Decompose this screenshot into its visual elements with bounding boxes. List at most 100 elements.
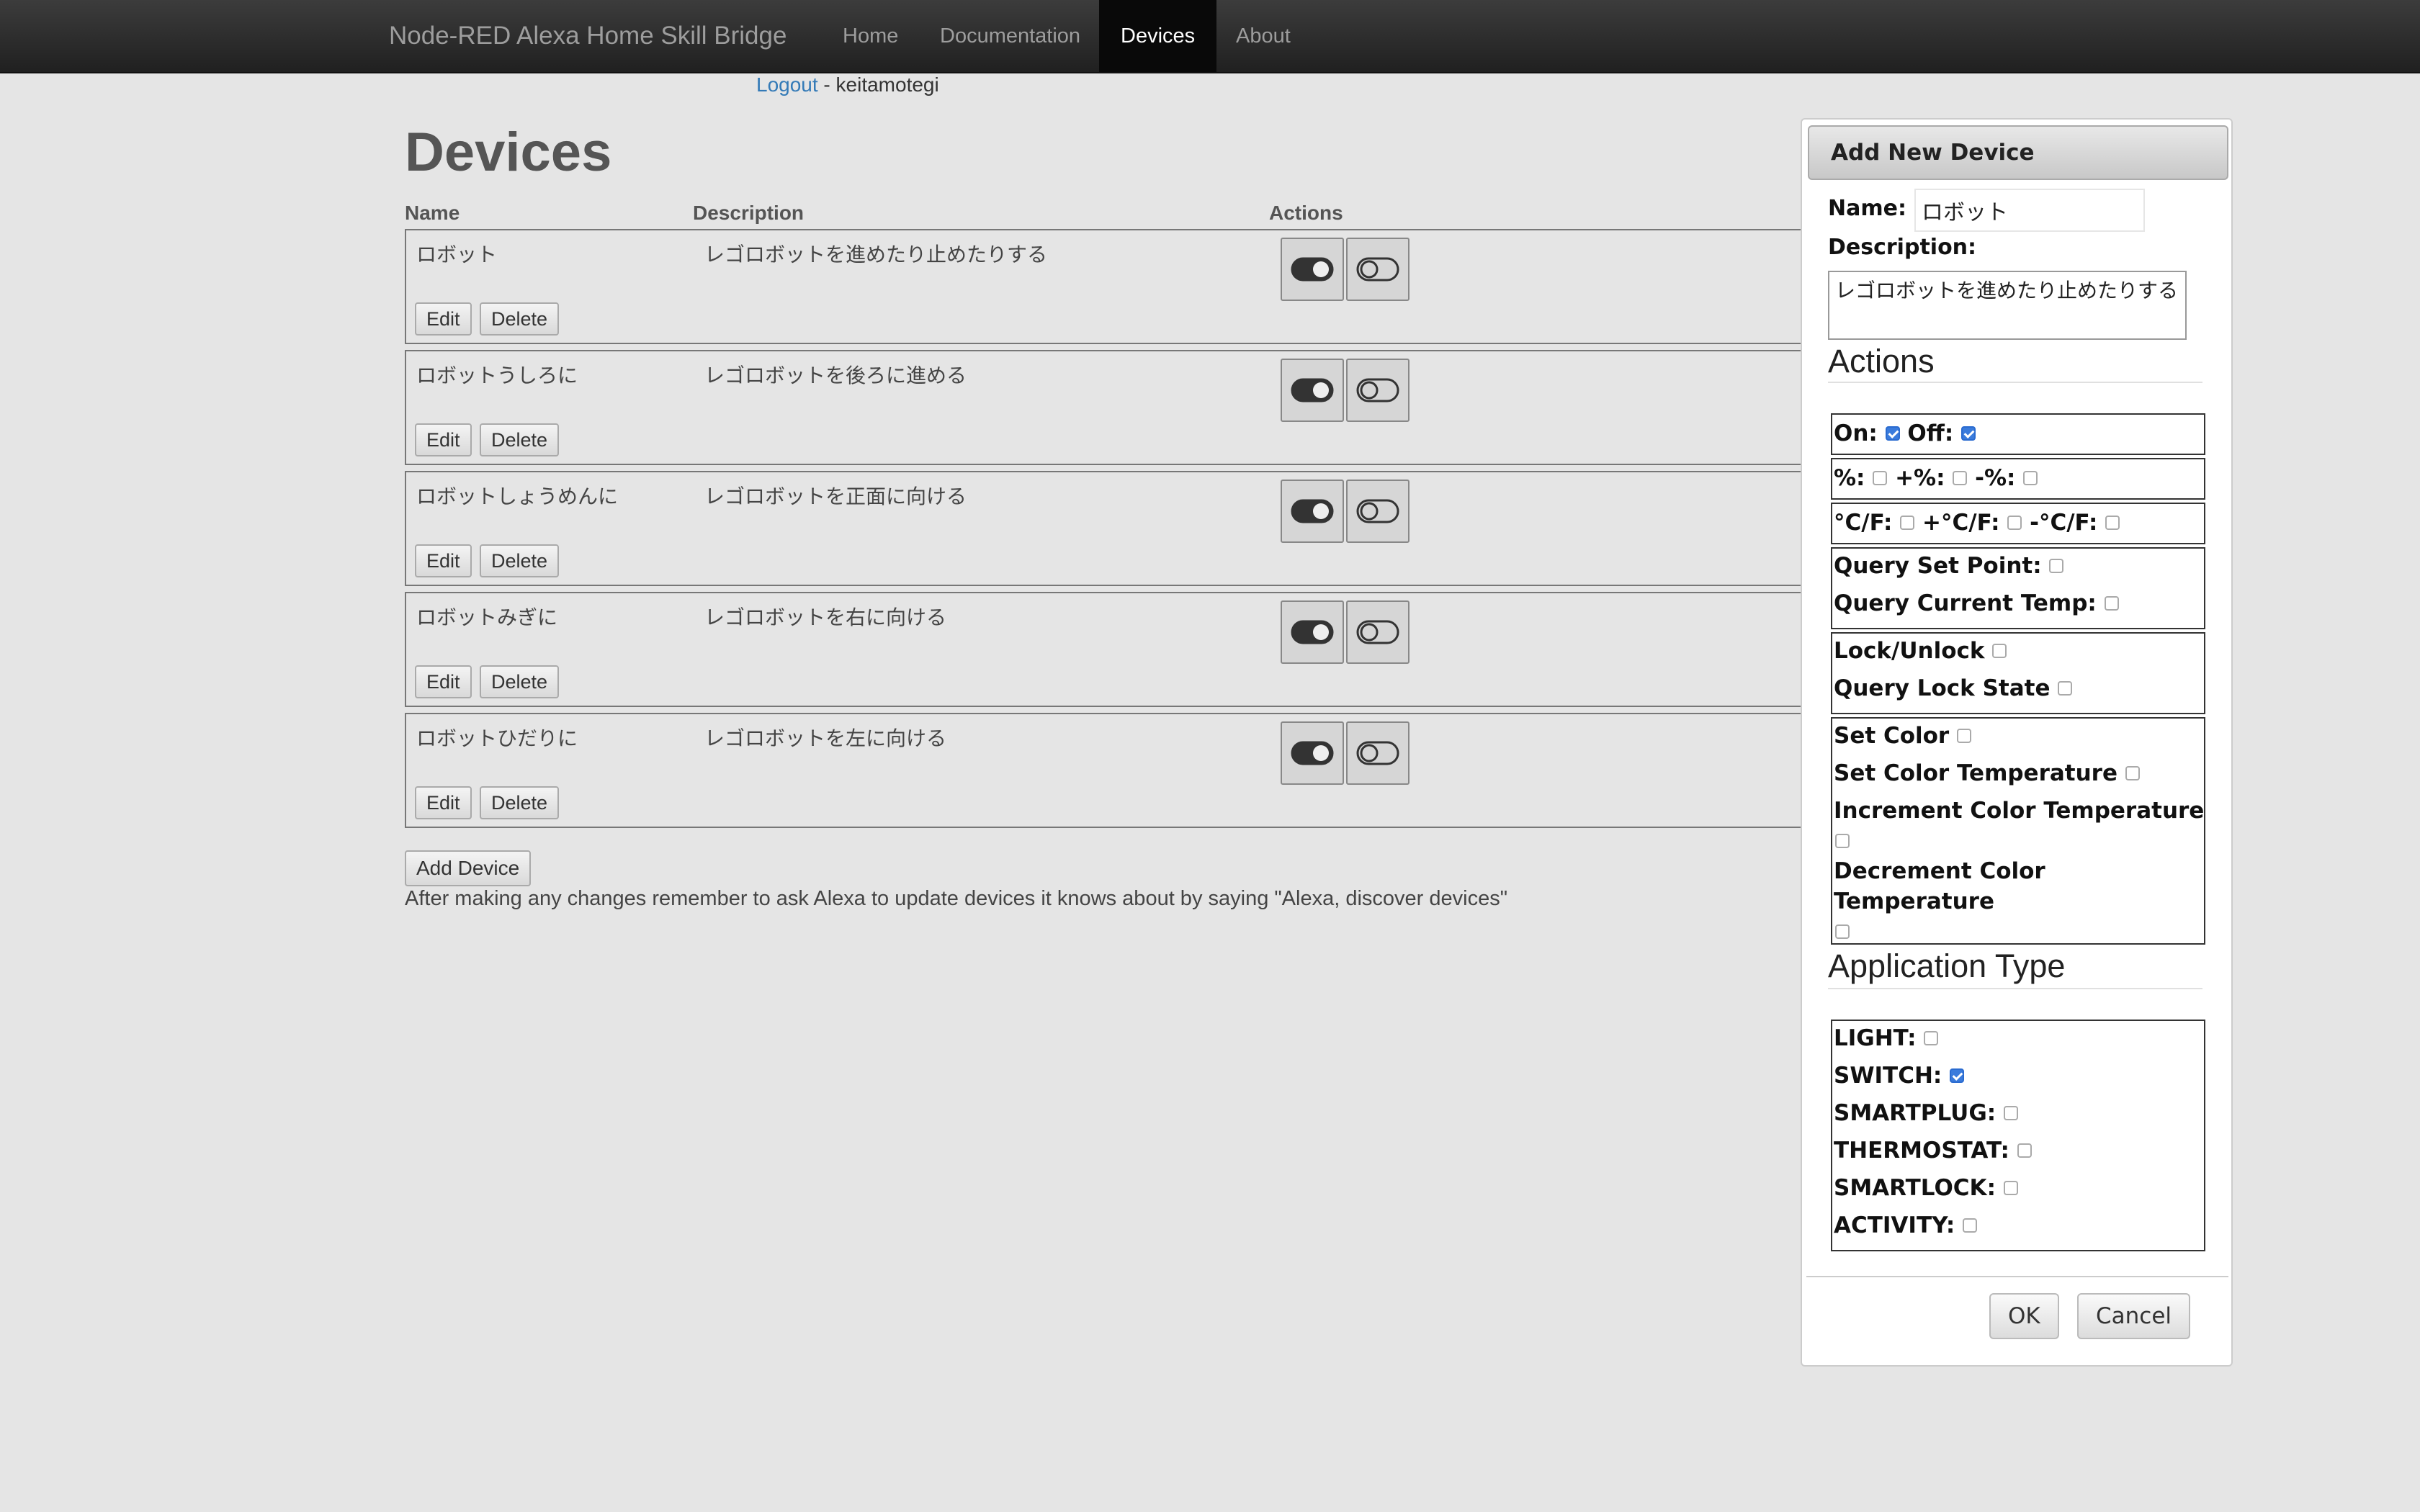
turn-on-button[interactable] xyxy=(1281,480,1344,543)
name-input[interactable] xyxy=(1914,189,2145,232)
name-label: Name: xyxy=(1828,196,1906,221)
off-checkbox[interactable] xyxy=(1961,426,1976,441)
smartlock-checkbox[interactable] xyxy=(2003,1180,2018,1195)
query-lock-state-checkbox[interactable] xyxy=(2058,680,2073,696)
temp-checkbox[interactable] xyxy=(1900,515,1915,530)
turn-on-button[interactable] xyxy=(1281,721,1344,785)
activity-checkbox[interactable] xyxy=(1963,1218,1978,1233)
opt-off-label: Off: xyxy=(1907,420,1954,446)
opt-query-set-point: Query Set Point: xyxy=(1834,553,2064,579)
opt-smartplug-label: SMARTPLUG: xyxy=(1834,1100,1996,1126)
turn-on-button[interactable] xyxy=(1281,359,1344,422)
query-current-temp-checkbox[interactable] xyxy=(2104,595,2119,611)
delete-button[interactable]: Delete xyxy=(480,544,560,577)
edit-button[interactable]: Edit xyxy=(415,423,472,456)
description-input[interactable]: レゴロボットを進めたり止めたりする xyxy=(1828,271,2187,340)
opt-minus-pct-label: -%: xyxy=(1975,465,2016,491)
edit-button[interactable]: Edit xyxy=(415,544,472,577)
page-title: Devices xyxy=(405,122,612,183)
query-set-point-checkbox[interactable] xyxy=(2049,558,2064,573)
top-navbar: Node-RED Alexa Home Skill Bridge Home Do… xyxy=(0,0,2420,73)
delete-button[interactable]: Delete xyxy=(480,665,560,698)
application-type-heading: Application Type xyxy=(1828,948,2066,984)
opt-query-current-temp: Query Current Temp: xyxy=(1834,590,2119,616)
logout-link[interactable]: Logout xyxy=(756,73,818,96)
plus-temp-checkbox[interactable] xyxy=(2007,515,2022,530)
nav-documentation[interactable]: Documentation xyxy=(926,0,1095,72)
column-header-description: Description xyxy=(693,202,805,224)
turn-off-button[interactable] xyxy=(1346,359,1410,422)
query-box: Query Set Point: Query Current Temp: xyxy=(1831,547,2205,629)
turn-off-button[interactable] xyxy=(1346,721,1410,785)
device-name: ロボットしょうめんに xyxy=(416,485,619,508)
opt-minus-temp-label: -°C/F: xyxy=(2030,510,2098,536)
opt-switch-label: SWITCH: xyxy=(1834,1063,1942,1089)
thermostat-checkbox[interactable] xyxy=(2017,1143,2032,1158)
username: keitamotegi xyxy=(835,73,939,96)
opt-dec-color-temp-label-2: Temperature xyxy=(1834,888,1994,914)
opt-temp: °C/F: +°C/F: -°C/F: xyxy=(1834,510,2120,536)
add-device-button[interactable]: Add Device xyxy=(405,850,532,886)
device-name: ロボットひだりに xyxy=(416,727,578,750)
dialog-title[interactable]: Add New Device xyxy=(1808,125,2228,180)
opt-dec-color-temp: Decrement Color Temperature xyxy=(1834,858,2045,914)
on-checkbox[interactable] xyxy=(1885,426,1900,441)
opt-light: LIGHT: xyxy=(1834,1025,1939,1051)
light-checkbox[interactable] xyxy=(1924,1030,1939,1045)
edit-button[interactable]: Edit xyxy=(415,786,472,819)
device-row: ロボット レゴロボットを進めたり止めたりする Edit Delete xyxy=(405,229,1802,344)
device-description: レゴロボットを右に向ける xyxy=(704,606,947,629)
opt-thermostat: THERMOSTAT: xyxy=(1834,1138,2032,1164)
toggle-on-icon xyxy=(1291,620,1334,644)
opt-set-color-label: Set Color xyxy=(1834,723,1950,749)
turn-off-button[interactable] xyxy=(1346,600,1410,664)
opt-smartplug: SMARTPLUG: xyxy=(1834,1100,2018,1126)
opt-dec-color-temp-label-1: Decrement Color xyxy=(1834,858,2045,884)
edit-button[interactable]: Edit xyxy=(415,302,472,336)
plus-pct-checkbox[interactable] xyxy=(1953,470,1968,485)
set-color-temp-checkbox[interactable] xyxy=(2125,765,2140,780)
brand-title[interactable]: Node-RED Alexa Home Skill Bridge xyxy=(389,0,786,72)
edit-button[interactable]: Edit xyxy=(415,665,472,698)
device-description: レゴロボットを進めたり止めたりする xyxy=(704,243,1048,266)
delete-button[interactable]: Delete xyxy=(480,786,560,819)
switch-checkbox[interactable] xyxy=(1950,1068,1965,1083)
devices-table: ロボット レゴロボットを進めたり止めたりする Edit Delete ロボットう… xyxy=(405,229,1802,834)
cancel-button[interactable]: Cancel xyxy=(2077,1293,2191,1339)
description-label: Description: xyxy=(1828,235,1977,260)
turn-off-button[interactable] xyxy=(1346,238,1410,301)
ok-button[interactable]: OK xyxy=(1989,1293,2059,1339)
dec-color-temp-checkbox[interactable] xyxy=(1835,924,1850,939)
delete-button[interactable]: Delete xyxy=(480,423,560,456)
device-description: レゴロボットを正面に向ける xyxy=(704,485,967,508)
dialog-footer-divider xyxy=(1806,1276,2228,1277)
nav-home[interactable]: Home xyxy=(828,0,913,72)
device-row: ロボットうしろに レゴロボットを後ろに進める Edit Delete xyxy=(405,350,1802,465)
turn-off-button[interactable] xyxy=(1346,480,1410,543)
add-device-dialog: Add New Device Name: Description: レゴロボット… xyxy=(1801,118,2233,1367)
opt-on: On: Off: xyxy=(1834,420,1976,446)
nav-devices[interactable]: Devices xyxy=(1099,0,1217,72)
inc-color-temp-checkbox[interactable] xyxy=(1835,834,1850,848)
nav-about[interactable]: About xyxy=(1222,0,1305,72)
minus-pct-checkbox[interactable] xyxy=(2023,470,2038,485)
logout-row: Logout - keitamotegi xyxy=(756,73,939,96)
delete-button[interactable]: Delete xyxy=(480,302,560,336)
opt-query-lock-state: Query Lock State xyxy=(1834,675,2073,701)
set-color-checkbox[interactable] xyxy=(1957,728,1972,743)
toggle-on-icon xyxy=(1291,257,1334,282)
turn-on-button[interactable] xyxy=(1281,600,1344,664)
smartplug-checkbox[interactable] xyxy=(2003,1105,2018,1120)
opt-smartlock: SMARTLOCK: xyxy=(1834,1175,2018,1201)
lock-unlock-checkbox[interactable] xyxy=(1992,643,2007,658)
turn-on-button[interactable] xyxy=(1281,238,1344,301)
pct-checkbox[interactable] xyxy=(1873,470,1888,485)
percent-box: %: +%: -%: xyxy=(1831,458,2205,500)
opt-switch: SWITCH: xyxy=(1834,1063,1965,1089)
toggle-off-icon xyxy=(1356,378,1399,402)
opt-query-set-point-label: Query Set Point: xyxy=(1834,553,2042,579)
minus-temp-checkbox[interactable] xyxy=(2105,515,2120,530)
column-header-name: Name xyxy=(405,202,460,224)
actions-heading: Actions xyxy=(1828,343,1935,379)
device-row: ロボットみぎに レゴロボットを右に向ける Edit Delete xyxy=(405,592,1802,707)
